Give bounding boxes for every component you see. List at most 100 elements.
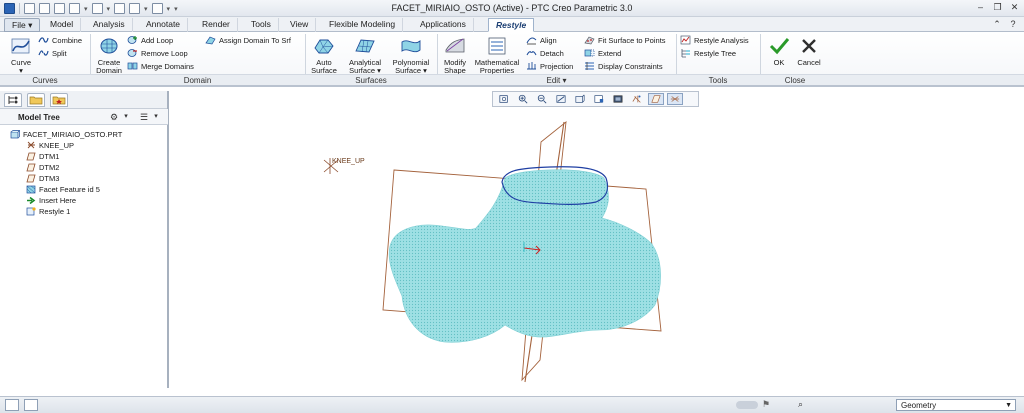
tab-flexible-modeling[interactable]: Flexible Modeling <box>322 18 404 32</box>
analytical-surface-icon <box>355 39 375 53</box>
ok-button[interactable]: OK <box>766 36 792 67</box>
projection-button[interactable]: Projection <box>526 60 573 72</box>
model-tree-tab-icon[interactable] <box>4 93 22 107</box>
status-indicator <box>736 401 758 409</box>
merge-domains-button[interactable]: Merge Domains <box>127 60 194 72</box>
repaint-icon[interactable] <box>553 93 569 105</box>
mathematical-properties-button[interactable]: Mathematical Properties <box>472 36 522 75</box>
tree-item-label: Facet Feature id 5 <box>39 185 100 194</box>
tree-item-part[interactable]: FACET_MIRIAIO_OSTO.PRT <box>10 129 122 140</box>
tree-show-dropdown-icon[interactable]: ▾ <box>150 111 162 123</box>
fit-surface-to-points-button[interactable]: Fit Surface to Points <box>584 34 666 46</box>
create-domain-button[interactable]: Create Domain <box>93 36 125 75</box>
tab-applications[interactable]: Applications <box>413 18 474 32</box>
navigator-toggle-icon[interactable] <box>5 399 19 411</box>
merge-domains-icon <box>127 62 138 70</box>
tree-settings-dropdown-icon[interactable]: ▾ <box>120 111 132 123</box>
tree-item-dtm2[interactable]: DTM2 <box>26 162 59 173</box>
create-domain-icon <box>100 38 118 54</box>
tree-item-restyle[interactable]: Restyle 1 <box>26 206 70 217</box>
part-icon <box>10 130 20 139</box>
analytical-surface-button[interactable]: Analytical Surface ▾ <box>344 36 386 75</box>
tree-item-dtm1[interactable]: DTM1 <box>26 151 59 162</box>
cancel-x-icon <box>802 39 816 53</box>
datum-display-icon[interactable] <box>629 93 645 105</box>
restyle-tree-label: Restyle Tree <box>694 48 737 58</box>
detach-button[interactable]: Detach <box>526 47 564 59</box>
polynomial-surface-button[interactable]: Polynomial Surface ▾ <box>389 36 433 75</box>
add-loop-icon <box>127 36 137 44</box>
curve-icon <box>11 38 30 54</box>
remove-loop-label: Remove Loop <box>141 48 188 58</box>
close-icon[interactable]: ✕ <box>1009 2 1020 13</box>
zoom-in-icon[interactable] <box>515 93 531 105</box>
restyle-analysis-button[interactable]: Restyle Analysis <box>680 34 749 46</box>
tab-analysis[interactable]: Analysis <box>86 18 133 32</box>
datum-plane-icon <box>26 152 36 161</box>
tree-item-dtm3[interactable]: DTM3 <box>26 173 59 184</box>
assign-domain-button[interactable]: Assign Domain To Srf <box>205 34 291 46</box>
plane-display-icon[interactable] <box>648 93 664 105</box>
ribbon-tab-bar: File ▾ Model Analysis Annotate Render To… <box>0 17 1024 32</box>
tab-view[interactable]: View <box>283 18 317 32</box>
cancel-button[interactable]: Cancel <box>795 36 823 67</box>
align-label: Align <box>540 35 557 45</box>
remove-loop-button[interactable]: Remove Loop <box>127 47 188 59</box>
combine-button[interactable]: Combine <box>38 34 82 46</box>
tab-file-dropdown-icon: ▾ <box>28 20 33 30</box>
tab-render[interactable]: Render <box>195 18 238 32</box>
tab-annotate[interactable]: Annotate <box>139 18 189 32</box>
selection-filter-dropdown[interactable]: Geometry ▼ <box>896 399 1016 411</box>
facet-surface[interactable] <box>388 169 661 343</box>
help-icon[interactable]: ? <box>1008 19 1018 29</box>
zoom-out-icon[interactable] <box>534 93 550 105</box>
group-label-domain: Domain <box>183 76 212 85</box>
restyle-icon <box>26 207 36 216</box>
align-button[interactable]: Align <box>526 34 557 46</box>
refit-icon[interactable] <box>496 93 512 105</box>
tab-tools[interactable]: Tools <box>244 18 279 32</box>
folder-browser-tab-icon[interactable] <box>27 93 45 107</box>
find-binoculars-icon[interactable]: ⌕ <box>798 399 803 410</box>
tree-show-icon[interactable]: ☰ <box>138 111 150 123</box>
reorient-icon[interactable] <box>572 93 588 105</box>
tree-item-insert-here[interactable]: Insert Here <box>26 195 76 206</box>
restyle-analysis-label: Restyle Analysis <box>694 35 749 45</box>
tab-model[interactable]: Model <box>43 18 82 32</box>
display-style-icon[interactable] <box>610 93 626 105</box>
saved-orientations-icon[interactable] <box>591 93 607 105</box>
tree-item-knee-up[interactable]: KNEE_UP <box>26 140 74 151</box>
navigator-tabs <box>0 91 168 109</box>
tree-settings-icon[interactable]: ⚙ <box>108 111 120 123</box>
tree-item-facet-feature[interactable]: Facet Feature id 5 <box>26 184 100 195</box>
flag-icon[interactable]: ⚑ <box>762 399 770 410</box>
graphics-canvas[interactable] <box>170 108 1024 392</box>
graphics-window[interactable]: KNEE_UP <box>170 108 1024 392</box>
group-label-edit[interactable]: Edit ▾ <box>437 76 676 85</box>
assign-domain-icon <box>205 36 216 45</box>
maximize-icon[interactable]: ❐ <box>992 2 1003 13</box>
tab-restyle[interactable]: Restyle <box>488 18 535 32</box>
extend-button[interactable]: Extend <box>584 47 621 59</box>
auto-surface-button[interactable]: Auto Surface <box>307 36 341 75</box>
collapse-ribbon-icon[interactable]: ⌃ <box>992 19 1002 29</box>
tree-item-label: DTM3 <box>39 174 60 183</box>
insert-arrow-icon <box>27 196 36 205</box>
split-button[interactable]: Split <box>38 47 67 59</box>
model-tree-header: Model Tree ⚙ ▾ ☰ ▾ <box>0 109 168 125</box>
favorites-tab-icon[interactable] <box>50 93 68 107</box>
selection-filter-value: Geometry <box>901 401 937 410</box>
window-controls: – ❐ ✕ <box>975 2 1020 13</box>
tab-file[interactable]: File ▾ <box>4 18 41 32</box>
browser-toggle-icon[interactable] <box>24 399 38 411</box>
csys-display-icon[interactable] <box>667 93 683 105</box>
fit-surface-icon <box>584 36 595 45</box>
add-loop-button[interactable]: Add Loop <box>127 34 173 46</box>
modify-shape-button[interactable]: Modify Shape <box>440 36 470 75</box>
display-constraints-icon <box>585 62 594 70</box>
display-constraints-button[interactable]: Display Constraints <box>584 60 663 72</box>
model-tree-title: Model Tree <box>18 113 60 122</box>
restyle-tree-button[interactable]: Restyle Tree <box>680 47 736 59</box>
curve-button[interactable]: Curve ▾ <box>6 36 36 75</box>
minimize-icon[interactable]: – <box>975 2 986 13</box>
